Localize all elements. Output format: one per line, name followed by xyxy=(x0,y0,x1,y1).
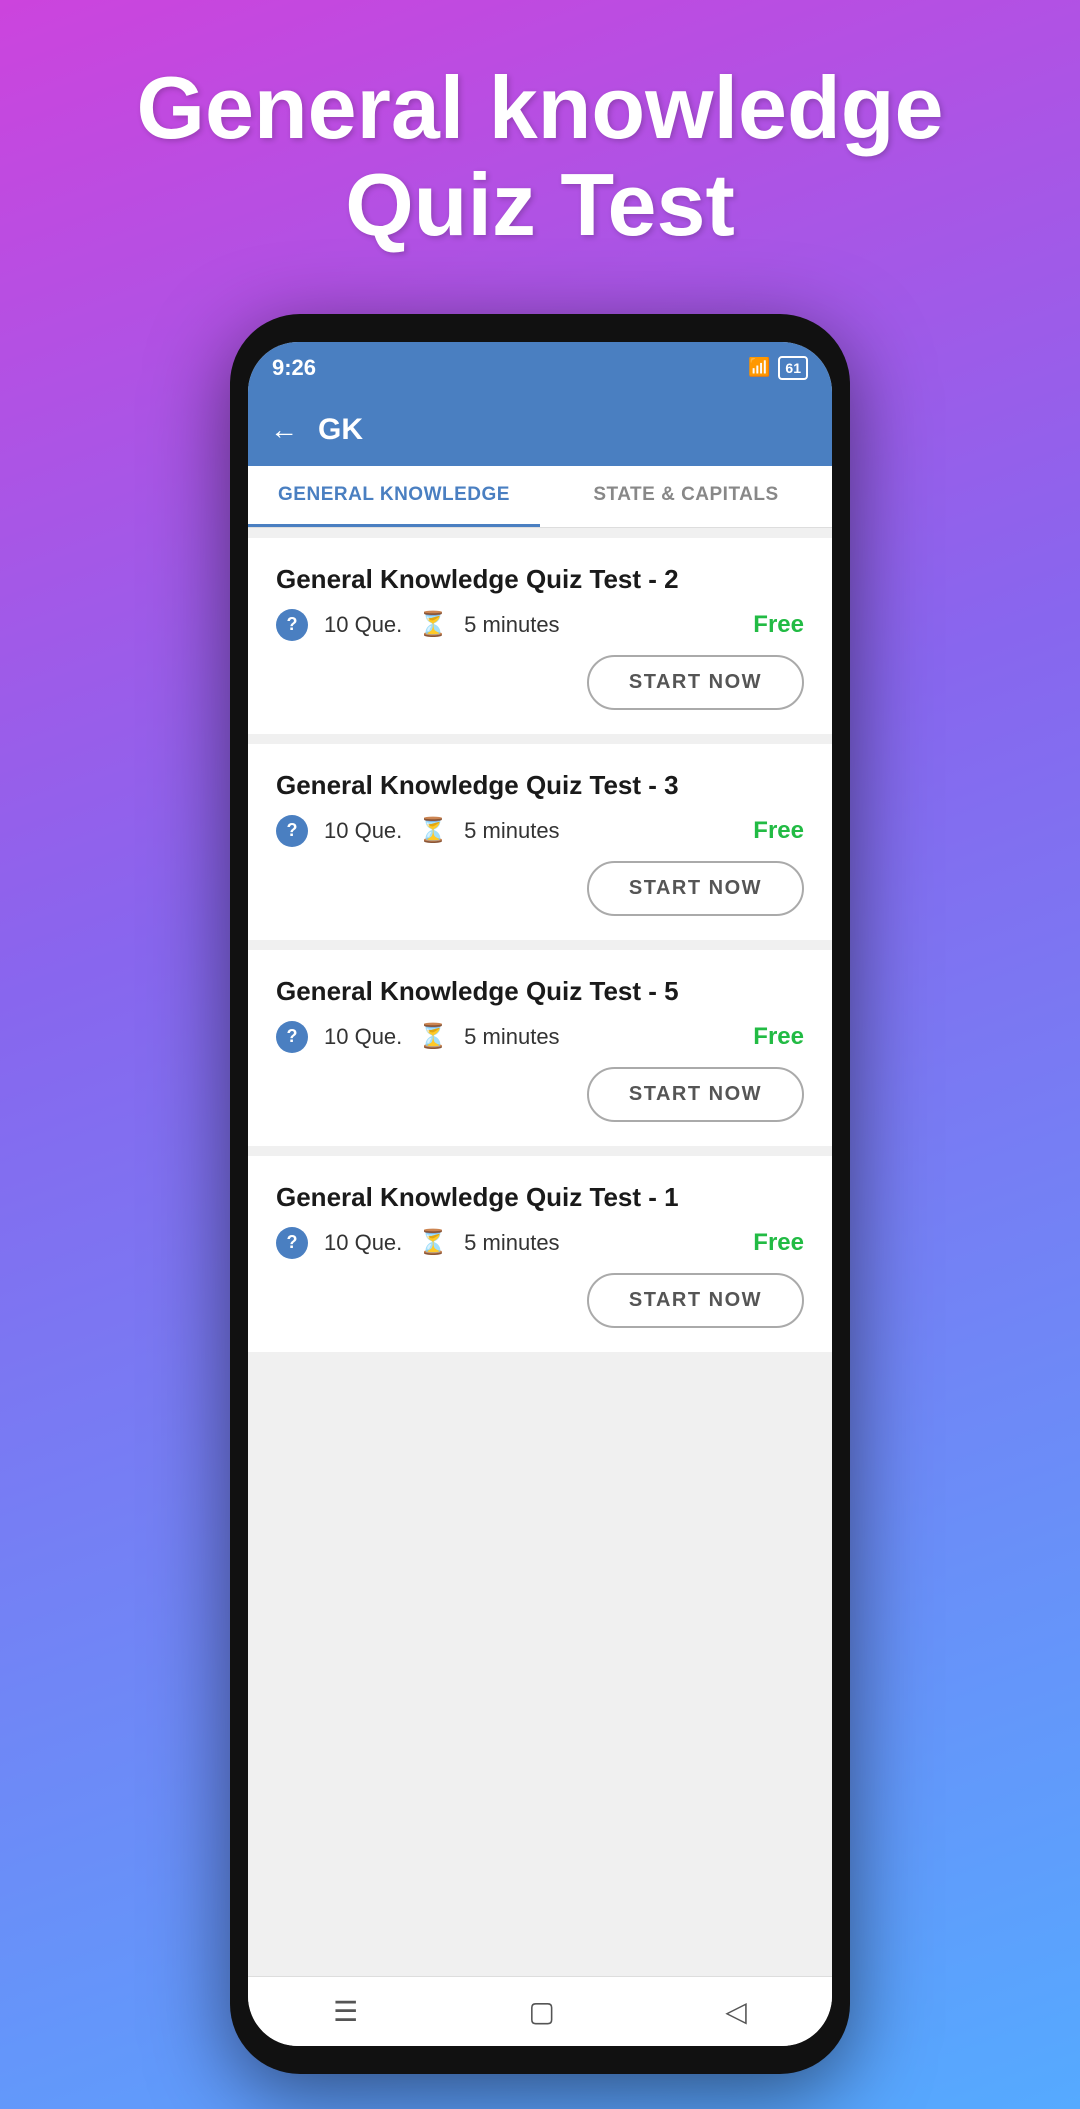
quiz-card-2-questions: 10 Que. xyxy=(324,612,402,638)
quiz-card-2-time: 5 minutes xyxy=(464,612,559,638)
quiz-card-1-title: General Knowledge Quiz Test - 1 xyxy=(276,1182,804,1213)
quiz-card-3-questions: 10 Que. xyxy=(324,818,402,844)
question-icon-1: ? xyxy=(276,1227,308,1259)
tab-state-capitals[interactable]: STATE & CAPITALS xyxy=(540,466,832,527)
quiz-list: General Knowledge Quiz Test - 2 ? 10 Que… xyxy=(248,528,832,1976)
quiz-card-2-price: Free xyxy=(753,611,804,639)
quiz-card-5-meta: ? 10 Que. ⏳ 5 minutes Free xyxy=(276,1021,804,1053)
phone-frame: 9:26 📶 61 ← GK GENERAL KNOWLEDGE STATE &… xyxy=(230,314,850,2074)
start-now-button-2[interactable]: START NOW xyxy=(587,655,804,710)
timer-icon-3: ⏳ xyxy=(418,816,448,845)
quiz-card-3-title: General Knowledge Quiz Test - 3 xyxy=(276,770,804,801)
quiz-card-1: General Knowledge Quiz Test - 1 ? 10 Que… xyxy=(248,1156,832,1352)
quiz-card-5-questions: 10 Que. xyxy=(324,1024,402,1050)
quiz-card-5-title: General Knowledge Quiz Test - 5 xyxy=(276,976,804,1007)
quiz-card-2: General Knowledge Quiz Test - 2 ? 10 Que… xyxy=(248,538,832,734)
back-nav-icon[interactable]: ◁ xyxy=(725,1995,747,2028)
back-button[interactable]: ← xyxy=(270,414,298,446)
question-icon-3: ? xyxy=(276,815,308,847)
question-icon-5: ? xyxy=(276,1021,308,1053)
quiz-card-1-questions: 10 Que. xyxy=(324,1230,402,1256)
status-time: 9:26 xyxy=(272,355,316,381)
quiz-card-3-time: 5 minutes xyxy=(464,818,559,844)
status-icons: 📶 61 xyxy=(748,356,808,380)
start-now-button-5[interactable]: START NOW xyxy=(587,1067,804,1122)
start-now-button-1[interactable]: START NOW xyxy=(587,1273,804,1328)
question-icon: ? xyxy=(276,609,308,641)
quiz-card-2-title: General Knowledge Quiz Test - 2 xyxy=(276,564,804,595)
quiz-card-2-meta: ? 10 Que. ⏳ 5 minutes Free xyxy=(276,609,804,641)
start-now-button-3[interactable]: START NOW xyxy=(587,861,804,916)
quiz-card-5-time: 5 minutes xyxy=(464,1024,559,1050)
menu-icon[interactable]: ☰ xyxy=(333,1995,358,2028)
app-bar: ← GK xyxy=(248,394,832,466)
hero-title: General knowledge Quiz Test xyxy=(0,60,1080,254)
tab-general-knowledge[interactable]: GENERAL KNOWLEDGE xyxy=(248,466,540,527)
bottom-nav: ☰ ▢ ◁ xyxy=(248,1976,832,2046)
battery-icon: 61 xyxy=(778,356,808,380)
quiz-card-1-meta: ? 10 Que. ⏳ 5 minutes Free xyxy=(276,1227,804,1259)
timer-icon: ⏳ xyxy=(418,610,448,639)
quiz-card-5-price: Free xyxy=(753,1023,804,1051)
home-icon[interactable]: ▢ xyxy=(529,1995,555,2028)
quiz-card-5: General Knowledge Quiz Test - 5 ? 10 Que… xyxy=(248,950,832,1146)
quiz-card-3-price: Free xyxy=(753,817,804,845)
quiz-card-1-price: Free xyxy=(753,1229,804,1257)
tabs-bar: GENERAL KNOWLEDGE STATE & CAPITALS xyxy=(248,466,832,528)
signal-icon: 📶 xyxy=(748,357,770,378)
timer-icon-5: ⏳ xyxy=(418,1022,448,1051)
quiz-card-1-time: 5 minutes xyxy=(464,1230,559,1256)
quiz-card-3-meta: ? 10 Que. ⏳ 5 minutes Free xyxy=(276,815,804,847)
phone-screen: 9:26 📶 61 ← GK GENERAL KNOWLEDGE STATE &… xyxy=(248,342,832,2046)
quiz-card-3: General Knowledge Quiz Test - 3 ? 10 Que… xyxy=(248,744,832,940)
status-bar: 9:26 📶 61 xyxy=(248,342,832,394)
timer-icon-1: ⏳ xyxy=(418,1228,448,1257)
app-bar-title: GK xyxy=(318,413,363,447)
